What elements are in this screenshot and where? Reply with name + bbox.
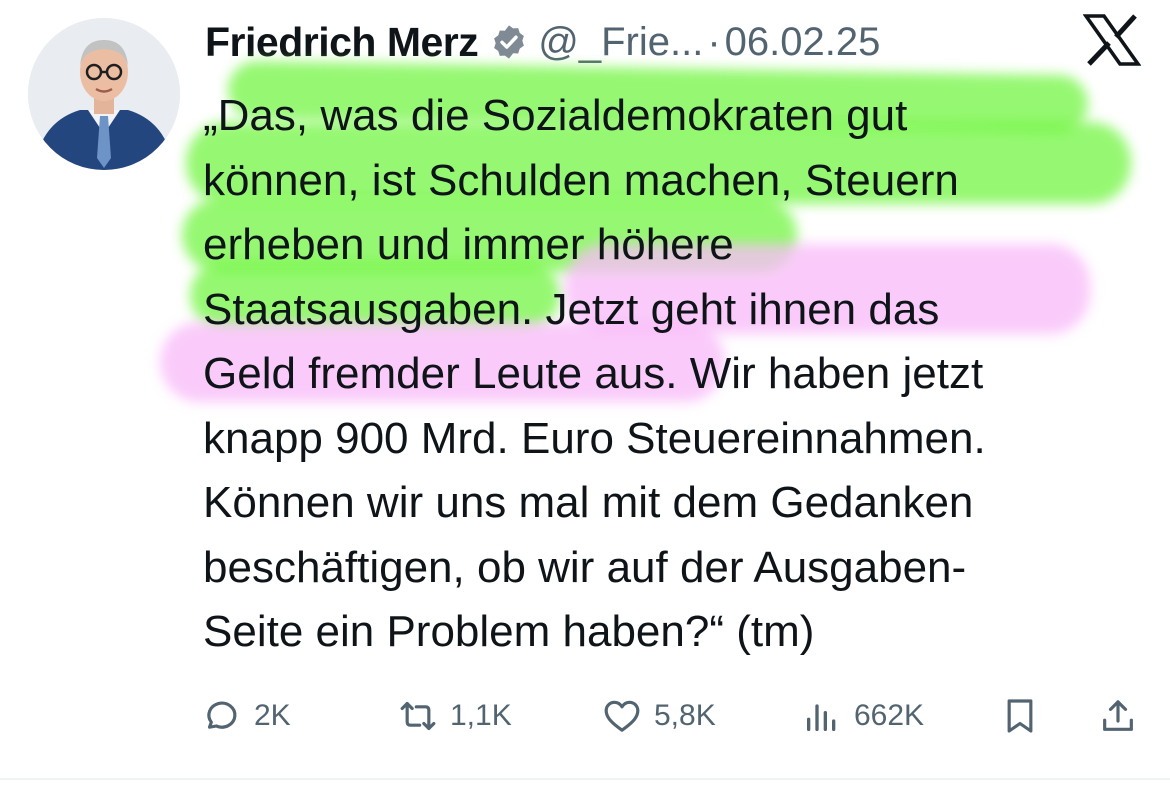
post-text-line: Geld fremder Leute aus. Wir haben jetzt: [203, 349, 984, 398]
repost-button[interactable]: 1,1K: [398, 688, 512, 744]
post-text-line: Können wir uns mal mit dem Gedanken: [203, 478, 974, 527]
post-text-line: Staatsausgaben. Jetzt geht ihnen das: [203, 284, 940, 334]
post-text: „Das, was die Sozialdemokraten gut könne…: [203, 84, 1143, 665]
author-handle[interactable]: @_Frie...: [538, 20, 703, 65]
bookmark-button[interactable]: [1000, 688, 1040, 744]
repost-count: 1,1K: [450, 699, 512, 732]
reply-button[interactable]: 2K: [202, 688, 291, 744]
post-date[interactable]: 06.02.25: [725, 20, 881, 65]
post-text-line: können, ist Schulden machen, Steuern: [203, 155, 959, 205]
avatar[interactable]: [28, 18, 180, 170]
bottom-divider: [0, 778, 1170, 780]
post-text-line: Seite ein Problem haben?“ (tm): [203, 607, 815, 656]
post-text-line: knapp 900 Mrd. Euro Steuereinnahmen.: [203, 413, 986, 463]
x-logo-icon[interactable]: [1082, 14, 1142, 66]
verified-badge-icon: [490, 23, 528, 61]
post-text-line: „Das, was die Sozialdemokraten gut: [203, 91, 908, 140]
repost-icon: [400, 701, 436, 731]
reply-count: 2K: [254, 699, 291, 732]
reply-icon: [207, 701, 237, 729]
like-button[interactable]: 5,8K: [602, 688, 716, 744]
author-name[interactable]: Friedrich Merz: [205, 19, 479, 66]
post-text-line: erheben und immer höhere: [203, 220, 734, 269]
share-icon: [1103, 700, 1133, 731]
avatar-portrait: [28, 18, 180, 170]
views-icon: [807, 704, 836, 731]
like-count: 5,8K: [654, 699, 716, 732]
share-button[interactable]: [1098, 688, 1138, 744]
header-separator: ·: [707, 19, 721, 64]
heart-icon: [604, 700, 640, 732]
views-button[interactable]: 662K: [802, 688, 924, 744]
post-text-line: beschäftigen, ob wir auf der Ausgaben-: [203, 542, 967, 592]
bookmark-icon: [1007, 699, 1033, 733]
action-bar: 2K 1,1K 5,8K 662K: [200, 688, 1150, 744]
views-count: 662K: [854, 699, 925, 732]
